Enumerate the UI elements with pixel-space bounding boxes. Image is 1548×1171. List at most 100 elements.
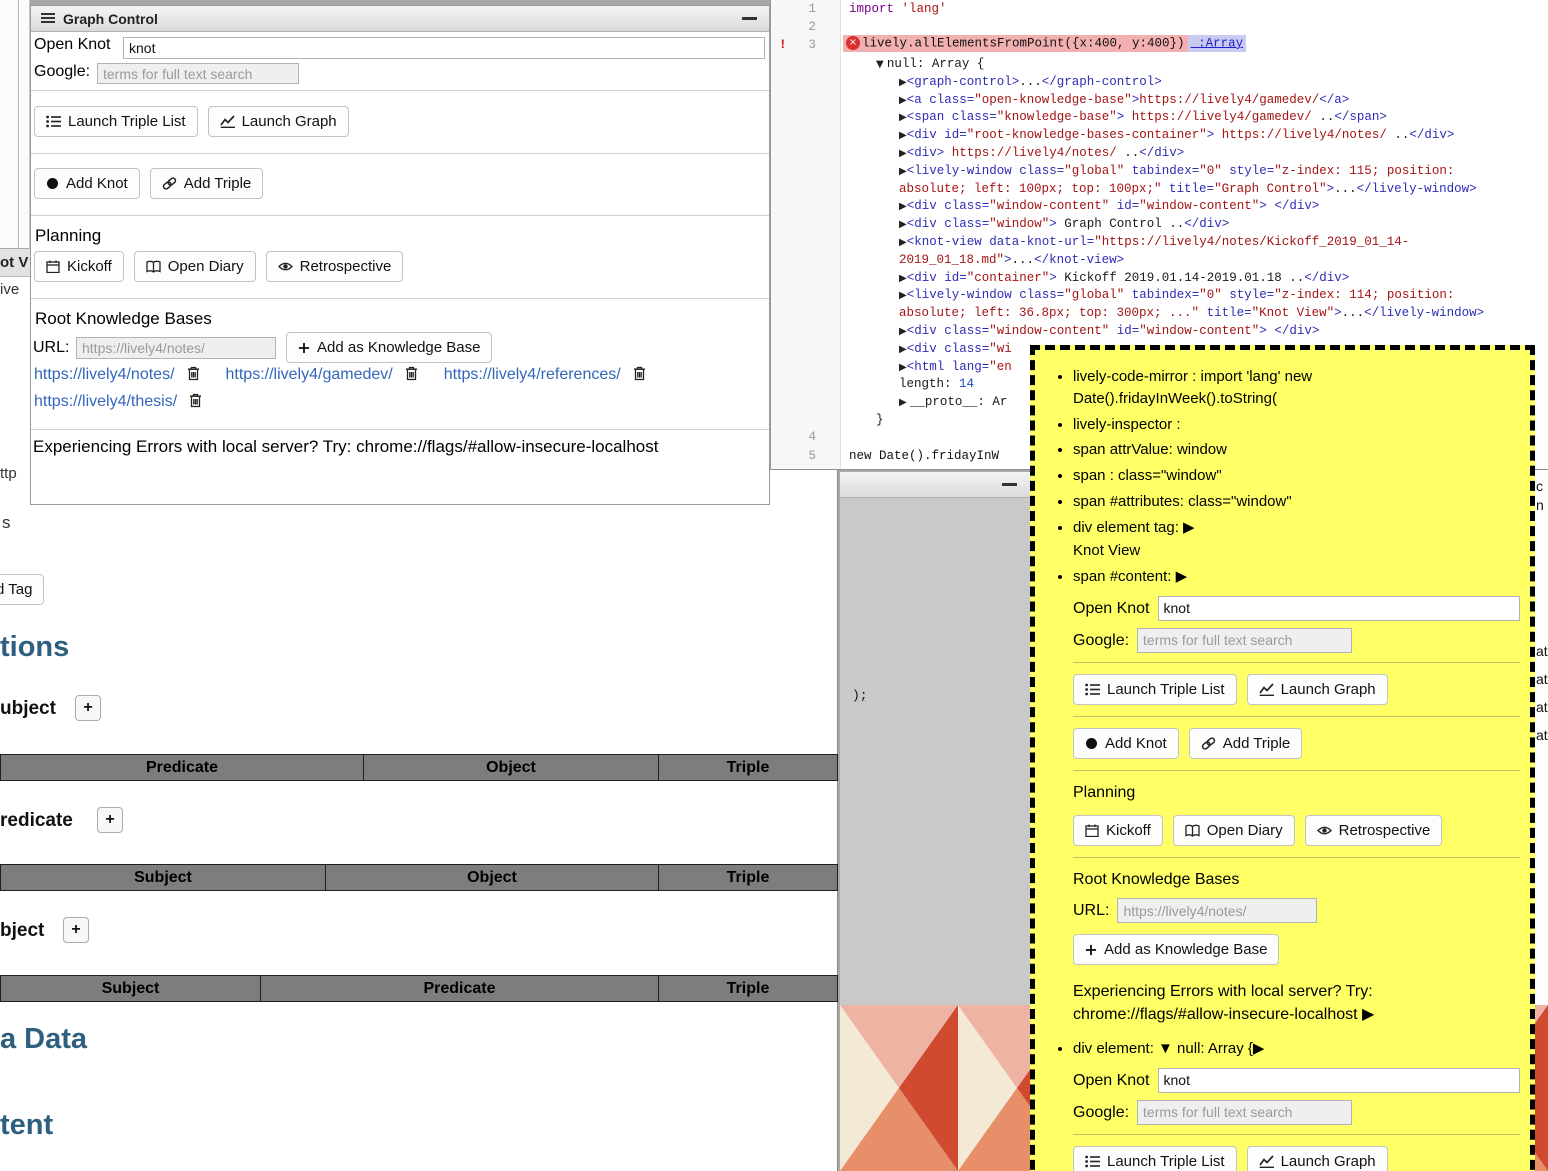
google-search-input[interactable] [97,63,299,84]
inspector-node[interactable]: ▶<div> https://lively4/notes/ ..</div> [849,145,1484,163]
eye-icon [278,261,293,272]
add-tag-button[interactable]: d Tag [0,574,44,605]
text-fragment: at [1536,727,1548,743]
graph-control-titlebar[interactable]: Graph Control [31,6,769,32]
add-knowledge-base-button[interactable]: Add as Knowledge Base [1073,934,1279,965]
launch-triple-list-button[interactable]: Launch Triple List [1073,1146,1237,1171]
book-icon [146,260,161,273]
column-header: Subject [1,976,261,1001]
inspector-node[interactable]: ▶<lively-window class="global" tabindex=… [849,287,1484,305]
inspector-node[interactable]: ▶<div id="root-knowledge-bases-container… [849,127,1484,145]
kickoff-button[interactable]: Kickoff [1073,815,1163,846]
line-number: 3 [771,38,816,52]
open-knot-label: Open Knot [34,36,111,54]
minimize-icon[interactable] [742,17,757,20]
overlay-item: span #attributes: class="window" [1073,491,1520,513]
knowledge-base-url-input[interactable] [76,337,276,359]
column-header: Object [326,865,659,890]
launch-triple-list-button[interactable]: Launch Triple List [34,106,198,137]
inspector-node[interactable]: absolute; left: 36.8px; top: 300px; ..."… [849,305,1484,323]
divider [1073,770,1520,771]
inspector-node[interactable]: 2019_01_18.md">...</knot-view> [849,252,1484,270]
root-knowledge-bases-heading: Root Knowledge Bases [35,309,212,329]
google-label: Google: [1073,1101,1129,1124]
kickoff-button[interactable]: Kickoff [34,251,124,282]
launch-graph-button[interactable]: Launch Graph [208,106,349,137]
delete-knowledge-base-button[interactable] [189,393,202,411]
minimize-icon[interactable] [1002,483,1017,486]
inline-result-annotation[interactable]: :Array [1188,35,1247,52]
inspector-node[interactable]: ▶<a class="open-knowledge-base">https://… [849,92,1484,110]
predicate-relations-table: Subject Object Triple [0,864,838,891]
button-label: Open Diary [168,258,244,275]
overlay-item: lively-code-mirror : import 'lang' new D… [1073,366,1520,410]
add-knot-button[interactable]: Add Knot [34,168,140,199]
inspector-node[interactable]: ▶<div id="container"> Kickoff 2019.01.14… [849,270,1484,288]
launch-triple-list-button[interactable]: Launch Triple List [1073,674,1237,705]
knowledge-base-url-input[interactable] [1117,898,1317,923]
content-heading-fragment: tent [0,1109,53,1142]
retrospective-button[interactable]: Retrospective [1305,815,1443,846]
inspector-node[interactable]: ▶<graph-control>...</graph-control> [849,74,1484,92]
inspector-node[interactable]: ▶<span class="knowledge-base"> https://l… [849,109,1484,127]
calendar-icon [46,260,60,273]
text-fragment: at [1536,699,1548,715]
button-label: Launch Graph [242,113,337,130]
code-line-1[interactable]: import 'lang' [849,2,947,16]
launch-graph-button[interactable]: Launch Graph [1247,674,1388,705]
delete-knowledge-base-button[interactable] [187,366,200,384]
add-object-button[interactable]: + [63,917,89,943]
google-search-input[interactable] [1137,1100,1352,1125]
button-label: Retrospective [300,258,392,275]
open-diary-button[interactable]: Open Diary [1173,815,1295,846]
inspector-node[interactable]: ▶<div class="window-content" id="window-… [849,198,1484,216]
google-search-input[interactable] [1137,628,1352,653]
inspector-node[interactable]: ▼ null: Array { [849,56,1484,74]
subject-label-fragment: ubject [0,698,56,720]
relations-heading-fragment: tions [0,631,69,664]
delete-knowledge-base-button[interactable] [633,366,646,384]
delete-knowledge-base-button[interactable] [405,366,418,384]
text-fragment: ive [0,281,19,298]
add-knowledge-base-button[interactable]: Add as Knowledge Base [286,332,492,363]
error-badge-icon: × [846,36,860,50]
add-predicate-button[interactable]: + [97,807,123,833]
open-knot-input[interactable] [123,37,765,59]
knowledge-base-link[interactable]: https://lively4/thesis/ [34,393,177,411]
divider [31,153,769,154]
add-knot-button[interactable]: Add Knot [1073,728,1179,759]
divider [31,298,769,299]
menu-icon[interactable] [41,13,55,25]
add-triple-button[interactable]: Add Triple [150,168,264,199]
inspector-node[interactable]: ▶<div class="window-content" id="window-… [849,323,1484,341]
plus-icon [298,342,310,354]
divider [31,429,769,430]
link-icon [1201,737,1216,750]
open-knot-label: Open Knot [1073,597,1150,620]
code-line-5[interactable]: new Date().fridayInW [849,449,999,463]
inspector-node[interactable]: ▶<lively-window class="global" tabindex=… [849,163,1484,181]
code-line-3[interactable]: ×lively.allElementsFromPoint({x:400, y:4… [843,36,1246,50]
divider [1073,1134,1520,1135]
knowledge-base-link[interactable]: https://lively4/gamedev/ [226,366,393,384]
inspector-node[interactable]: absolute; left: 100px; top: 100px;" titl… [849,181,1484,199]
inspector-node[interactable]: ▶<knot-view data-knot-url="https://livel… [849,234,1484,252]
chart-icon [1259,1155,1274,1168]
knowledge-base-item: https://lively4/gamedev/ [226,366,418,384]
knot-view-titlebar[interactable]: ot V [0,249,30,277]
knowledge-base-link[interactable]: https://lively4/references/ [444,366,621,384]
launch-graph-button[interactable]: Launch Graph [1247,1146,1388,1171]
editor-gutter: 1 2 3 ! 4 5 [771,0,841,469]
book-icon [1185,824,1200,837]
eye-icon [1317,825,1332,836]
open-knot-input[interactable] [1158,596,1521,621]
expand-arrow-icon[interactable]: ▶ [1362,1006,1374,1023]
open-diary-button[interactable]: Open Diary [134,251,256,282]
knowledge-base-link[interactable]: https://lively4/notes/ [34,366,175,384]
inspector-node[interactable]: ▶<div class="window"> Graph Control ..</… [849,216,1484,234]
open-knot-input[interactable] [1158,1068,1521,1093]
add-subject-button[interactable]: + [75,695,101,721]
add-triple-button[interactable]: Add Triple [1189,728,1303,759]
open-knot-label: Open Knot [1073,1069,1150,1092]
retrospective-button[interactable]: Retrospective [266,251,404,282]
